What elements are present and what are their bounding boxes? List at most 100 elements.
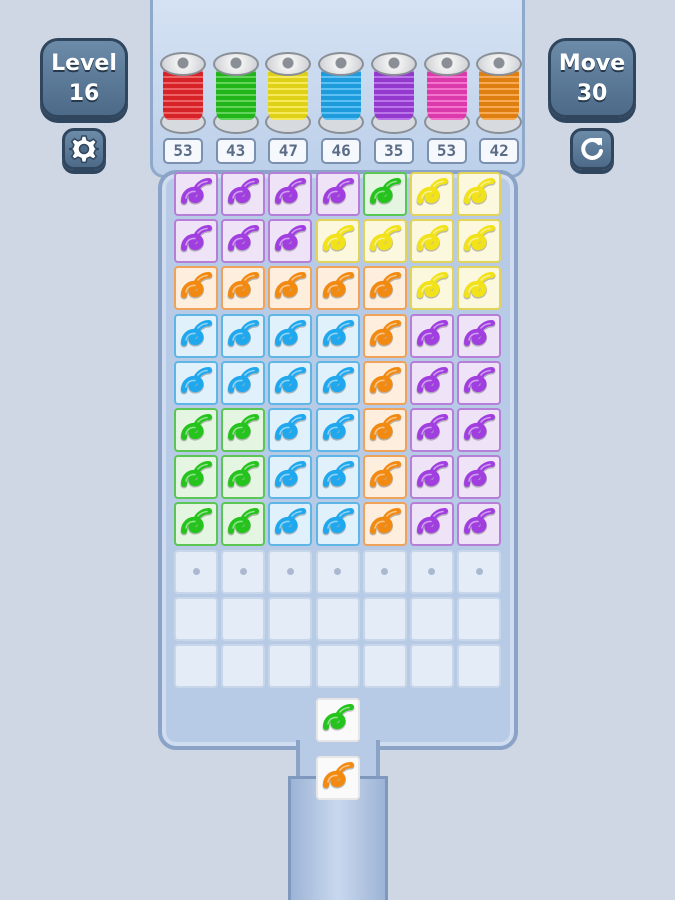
spool-red[interactable]: [160, 52, 206, 134]
slot-marker: [475, 568, 483, 575]
tile-yellow[interactable]: [362, 219, 407, 264]
tile-green[interactable]: [174, 407, 218, 452]
tile-yellow[interactable]: [315, 219, 360, 264]
spool-cap: [212, 52, 259, 76]
yarn-icon: [180, 461, 213, 489]
tile-purple[interactable]: [409, 407, 454, 452]
tile-orange[interactable]: [268, 266, 313, 311]
tile-blue[interactable]: [315, 407, 360, 452]
empty-slot[interactable]: [315, 549, 360, 594]
empty-slot[interactable]: [315, 643, 360, 688]
yarn-icon: [322, 762, 355, 790]
tile-green[interactable]: [174, 502, 218, 547]
empty-slot[interactable]: [315, 596, 360, 641]
empty-slot[interactable]: [409, 643, 454, 688]
yarn-icon: [463, 225, 496, 253]
tile-purple[interactable]: [457, 502, 502, 547]
tile-yellow[interactable]: [409, 219, 454, 264]
slot-marker: [381, 568, 389, 575]
tile-orange[interactable]: [174, 266, 218, 311]
tile-blue[interactable]: [268, 407, 313, 452]
tile-blue[interactable]: [315, 502, 360, 547]
empty-slot[interactable]: [221, 596, 266, 641]
spool-green[interactable]: [212, 52, 259, 134]
tile-orange[interactable]: [362, 266, 407, 311]
tile-orange[interactable]: [362, 455, 407, 500]
empty-slot[interactable]: [457, 596, 502, 641]
tile-blue[interactable]: [174, 313, 218, 358]
tile-green[interactable]: [221, 407, 266, 452]
tile-purple[interactable]: [221, 219, 266, 264]
empty-slot[interactable]: [221, 643, 266, 688]
empty-slot[interactable]: [457, 643, 502, 688]
tile-green[interactable]: [362, 172, 407, 216]
tile-blue[interactable]: [268, 360, 313, 405]
tile-purple[interactable]: [457, 313, 502, 358]
level-value: 16: [68, 81, 100, 106]
settings-button[interactable]: [62, 128, 106, 170]
tile-orange[interactable]: [315, 266, 360, 311]
yarn-icon: [322, 225, 355, 253]
tile-blue[interactable]: [221, 360, 266, 405]
tile-purple[interactable]: [409, 313, 454, 358]
tile-purple[interactable]: [457, 407, 502, 452]
tile-blue[interactable]: [315, 313, 360, 358]
tile-green[interactable]: [174, 455, 218, 500]
tile-yellow[interactable]: [457, 172, 502, 216]
tile-purple[interactable]: [457, 455, 502, 500]
empty-slot[interactable]: [409, 549, 454, 594]
tile-orange[interactable]: [362, 407, 407, 452]
empty-slot[interactable]: [174, 549, 218, 594]
tile-blue[interactable]: [315, 455, 360, 500]
tile-purple[interactable]: [409, 502, 454, 547]
yarn-icon: [227, 178, 260, 206]
tile-yellow[interactable]: [409, 266, 454, 311]
tile-purple[interactable]: [457, 360, 502, 405]
empty-slot[interactable]: [174, 643, 218, 688]
tile-purple[interactable]: [268, 219, 313, 264]
empty-slot[interactable]: [268, 643, 313, 688]
tile-grid: [174, 172, 502, 688]
empty-slot[interactable]: [268, 596, 313, 641]
tile-orange[interactable]: [362, 313, 407, 358]
empty-slot[interactable]: [268, 549, 313, 594]
tile-green[interactable]: [221, 455, 266, 500]
spool-orange[interactable]: [476, 52, 523, 134]
tile-purple[interactable]: [409, 455, 454, 500]
tile-orange[interactable]: [362, 502, 407, 547]
tile-purple[interactable]: [221, 172, 266, 216]
yarn-icon: [463, 319, 496, 348]
tile-blue[interactable]: [315, 360, 360, 405]
tile-blue[interactable]: [221, 313, 266, 358]
tile-orange[interactable]: [221, 266, 266, 311]
yarn-icon: [322, 366, 355, 395]
tile-blue[interactable]: [174, 360, 218, 405]
empty-slot[interactable]: [362, 549, 407, 594]
empty-slot[interactable]: [457, 549, 502, 594]
spool-pink[interactable]: [423, 52, 470, 134]
tile-orange[interactable]: [362, 360, 407, 405]
tile-blue[interactable]: [268, 313, 313, 358]
tile-purple[interactable]: [174, 219, 218, 264]
tile-green[interactable]: [221, 502, 266, 547]
empty-slot[interactable]: [409, 596, 454, 641]
tile-yellow[interactable]: [409, 172, 454, 216]
tile-purple[interactable]: [174, 172, 218, 216]
empty-slot[interactable]: [362, 596, 407, 641]
empty-slot[interactable]: [221, 549, 266, 594]
tile-yellow[interactable]: [457, 266, 502, 311]
tile-yellow[interactable]: [457, 219, 502, 264]
yarn-icon: [416, 178, 449, 206]
tile-purple[interactable]: [409, 360, 454, 405]
spool-yellow[interactable]: [265, 52, 312, 134]
tile-blue[interactable]: [268, 502, 313, 547]
spool-blue[interactable]: [318, 52, 365, 134]
tile-blue[interactable]: [268, 455, 313, 500]
spool-purple[interactable]: [370, 52, 417, 134]
level-label: Level: [51, 51, 117, 76]
restart-button[interactable]: [570, 128, 614, 170]
empty-slot[interactable]: [174, 596, 218, 641]
empty-slot[interactable]: [362, 643, 407, 688]
tile-purple[interactable]: [315, 172, 360, 216]
tile-purple[interactable]: [268, 172, 313, 216]
